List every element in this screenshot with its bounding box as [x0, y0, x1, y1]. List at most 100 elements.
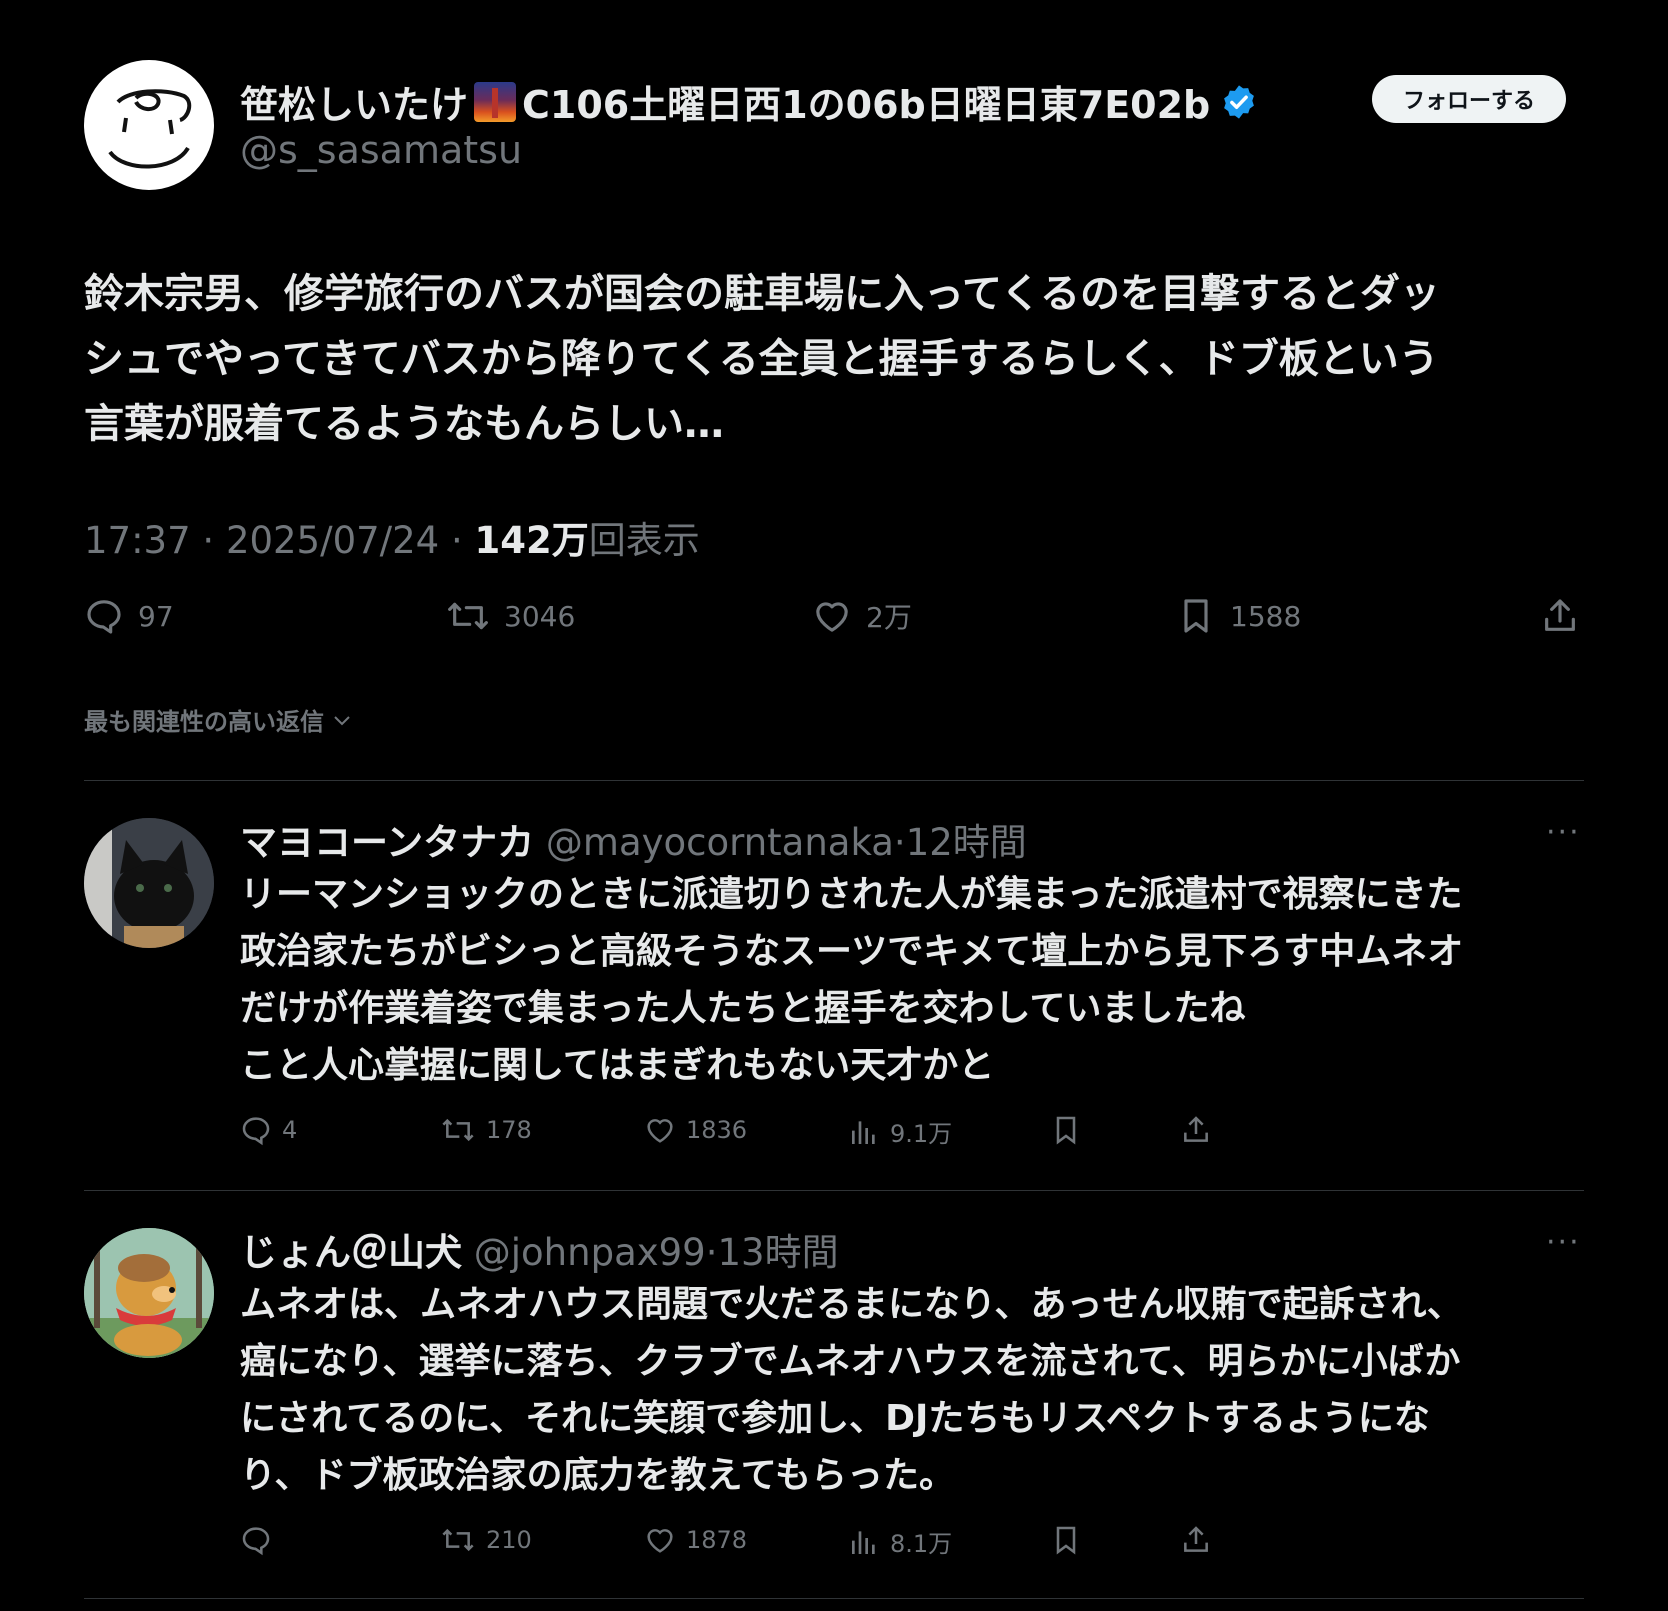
bookmark-button[interactable]: 1588 [1176, 596, 1301, 636]
share-icon [1545, 599, 1575, 631]
reply-author-name[interactable]: じょん＠山犬 [240, 1231, 462, 1274]
reply-count: 4 [282, 1116, 298, 1144]
reply-button[interactable]: 4 [240, 1114, 297, 1146]
divider [84, 1598, 1584, 1599]
dog-avatar-icon [84, 1228, 214, 1358]
reply-author-handle[interactable]: @mayocorntanaka [546, 821, 894, 864]
tweet-meta: 17:37 · 2025/07/24 · 142万回表示 [84, 510, 700, 564]
reply-text-line: 癌になり、選挙に落ち、クラブでムネオハウスを流されて、明らかに小ばか [240, 1341, 1461, 1382]
reply-count: 97 [138, 599, 174, 633]
bookmark-icon [1056, 1116, 1076, 1145]
reply-author-handle[interactable]: @johnpax99 [474, 1231, 706, 1274]
bookmark-button[interactable] [1050, 1114, 1082, 1146]
reply-avatar[interactable] [84, 1228, 214, 1358]
like-count: 2万 [866, 601, 912, 634]
bookmark-icon [1184, 599, 1208, 633]
reply-text-line: だけが作業着姿で集まった人たちと握手を交わしていましたね [240, 988, 1246, 1029]
share-button[interactable] [1180, 1524, 1212, 1556]
more-options-icon[interactable]: ··· [1546, 1228, 1582, 1258]
reply-header: マヨコーンタナカ @mayocorntanaka·12時間 [240, 812, 1027, 866]
reply-text: リーマンショックのときに派遣切りされた人が集まった派遣村で視察にきた 政治家たち… [240, 866, 1590, 1094]
author-display-name[interactable]: 笹松しいたけ C106土曜日西1の06b日曜日東7E02b [240, 74, 1258, 129]
divider [84, 1190, 1584, 1191]
tweet-text-line: 言葉が服着てるようなもんらしい… [84, 401, 724, 447]
reply-author-name[interactable]: マヨコーンタナカ [240, 821, 534, 864]
retweet-icon [442, 1118, 474, 1142]
views-button[interactable]: 9.1万 [848, 1114, 952, 1149]
retweet-count: 178 [486, 1116, 532, 1144]
analytics-icon [852, 1530, 875, 1554]
views-label: 回表示 [588, 519, 700, 562]
reply-text-line: ムネオは、ムネオハウス問題で火だるまになり、あっせん収賄で起訴され、 [240, 1284, 1463, 1325]
like-button[interactable]: 2万 [812, 596, 912, 636]
more-options-icon[interactable]: ··· [1546, 818, 1582, 848]
meta-separator: · [450, 519, 463, 562]
follow-button[interactable]: フォローする [1372, 75, 1566, 123]
reply-text: ムネオは、ムネオハウス問題で火だるまになり、あっせん収賄で起訴され、 癌になり、… [240, 1276, 1590, 1504]
tweet-text: 鈴木宗男、修学旅行のバスが国会の駐車場に入ってくるのを目撃するとダッ シュでやっ… [84, 262, 1594, 457]
bookmark-button[interactable] [1050, 1524, 1082, 1556]
reply-icon [87, 600, 121, 634]
share-icon [1184, 1526, 1208, 1552]
views-count: 8.1万 [890, 1530, 953, 1558]
tweet-date[interactable]: 2025/07/24 [226, 519, 439, 562]
reply-time[interactable]: 13時間 [718, 1231, 839, 1274]
reply-text-line: り、ドブ板政治家の底力を教えてもらった。 [240, 1455, 955, 1496]
reply-sort-dropdown[interactable]: 最も関連性の高い返信 [84, 702, 354, 737]
like-count: 1836 [686, 1116, 748, 1144]
author-handle[interactable]: @s_sasamatsu [240, 128, 522, 172]
author-name-end: C106土曜日西1の06b日曜日東7E02b [522, 83, 1211, 127]
author-avatar[interactable] [84, 60, 214, 190]
meta-separator: · [705, 1231, 718, 1274]
tweet-actions: 97 3046 2万 1588 [84, 596, 1584, 640]
meta-separator: · [893, 821, 906, 864]
share-button[interactable] [1180, 1114, 1212, 1146]
tweet-text-line: 鈴木宗男、修学旅行のバスが国会の駐車場に入ってくるのを目撃するとダッ [84, 271, 1440, 317]
reply-actions: 210 1878 8.1万 [240, 1524, 1240, 1560]
share-button[interactable] [1540, 596, 1580, 636]
reply-sort-label: 最も関連性の高い返信 [84, 708, 324, 736]
reply-button[interactable] [240, 1524, 282, 1556]
bridge-emoji-icon [474, 81, 517, 122]
views-count: 142万 [474, 519, 589, 562]
like-button[interactable]: 1878 [644, 1524, 747, 1556]
like-count: 1878 [686, 1526, 748, 1554]
author-name-start: 笹松しいたけ [240, 83, 469, 127]
reply-text-line: こと人心掌握に関してはまぎれもない天才かと [240, 1045, 995, 1086]
reply-avatar[interactable] [84, 818, 214, 948]
meta-separator: · [202, 519, 215, 562]
reply-time[interactable]: 12時間 [906, 821, 1027, 864]
reply-icon [242, 1527, 270, 1556]
heart-icon [647, 1529, 673, 1553]
heart-icon [647, 1119, 673, 1143]
black-cat-avatar-icon [84, 818, 214, 948]
reply-text-line: リーマンショックのときに派遣切りされた人が集まった派遣村で視察にきた [240, 874, 1463, 915]
retweet-count: 210 [486, 1526, 532, 1554]
doodle-face-icon [108, 89, 192, 169]
retweet-icon [442, 1528, 474, 1552]
bookmark-count: 1588 [1230, 599, 1302, 633]
tweet-time[interactable]: 17:37 [84, 519, 191, 562]
reply-icon [242, 1117, 270, 1146]
analytics-icon [852, 1120, 875, 1144]
reply-header: じょん＠山犬 @johnpax99·13時間 [240, 1222, 839, 1276]
bookmark-icon [1056, 1526, 1076, 1555]
views-button[interactable]: 8.1万 [848, 1524, 952, 1559]
retweet-icon [448, 602, 488, 630]
divider [84, 780, 1584, 781]
reply-text-line: 政治家たちがビシっと高級そうなスーツでキメて壇上から見下ろす中ムネオ [240, 931, 1464, 972]
verified-badge-icon [1224, 84, 1255, 119]
like-button[interactable]: 1836 [644, 1114, 747, 1146]
reply-actions: 4 178 1836 9.1万 [240, 1114, 1240, 1150]
reply-text-line: にされてるのに、それに笑顔で参加し、DJたちもリスペクトするようにな [240, 1398, 1430, 1439]
retweet-count: 3046 [504, 599, 576, 633]
reply-button[interactable]: 97 [84, 596, 174, 636]
views-count: 9.1万 [890, 1120, 953, 1148]
chevron-down-icon [334, 715, 350, 725]
heart-icon [816, 602, 848, 632]
share-icon [1184, 1116, 1208, 1142]
retweet-button[interactable]: 210 [440, 1524, 532, 1556]
tweet-text-line: シュでやってきてバスから降りてくる全員と握手するらしく、ドブ板という [84, 336, 1439, 382]
retweet-button[interactable]: 3046 [446, 596, 575, 636]
retweet-button[interactable]: 178 [440, 1114, 532, 1146]
